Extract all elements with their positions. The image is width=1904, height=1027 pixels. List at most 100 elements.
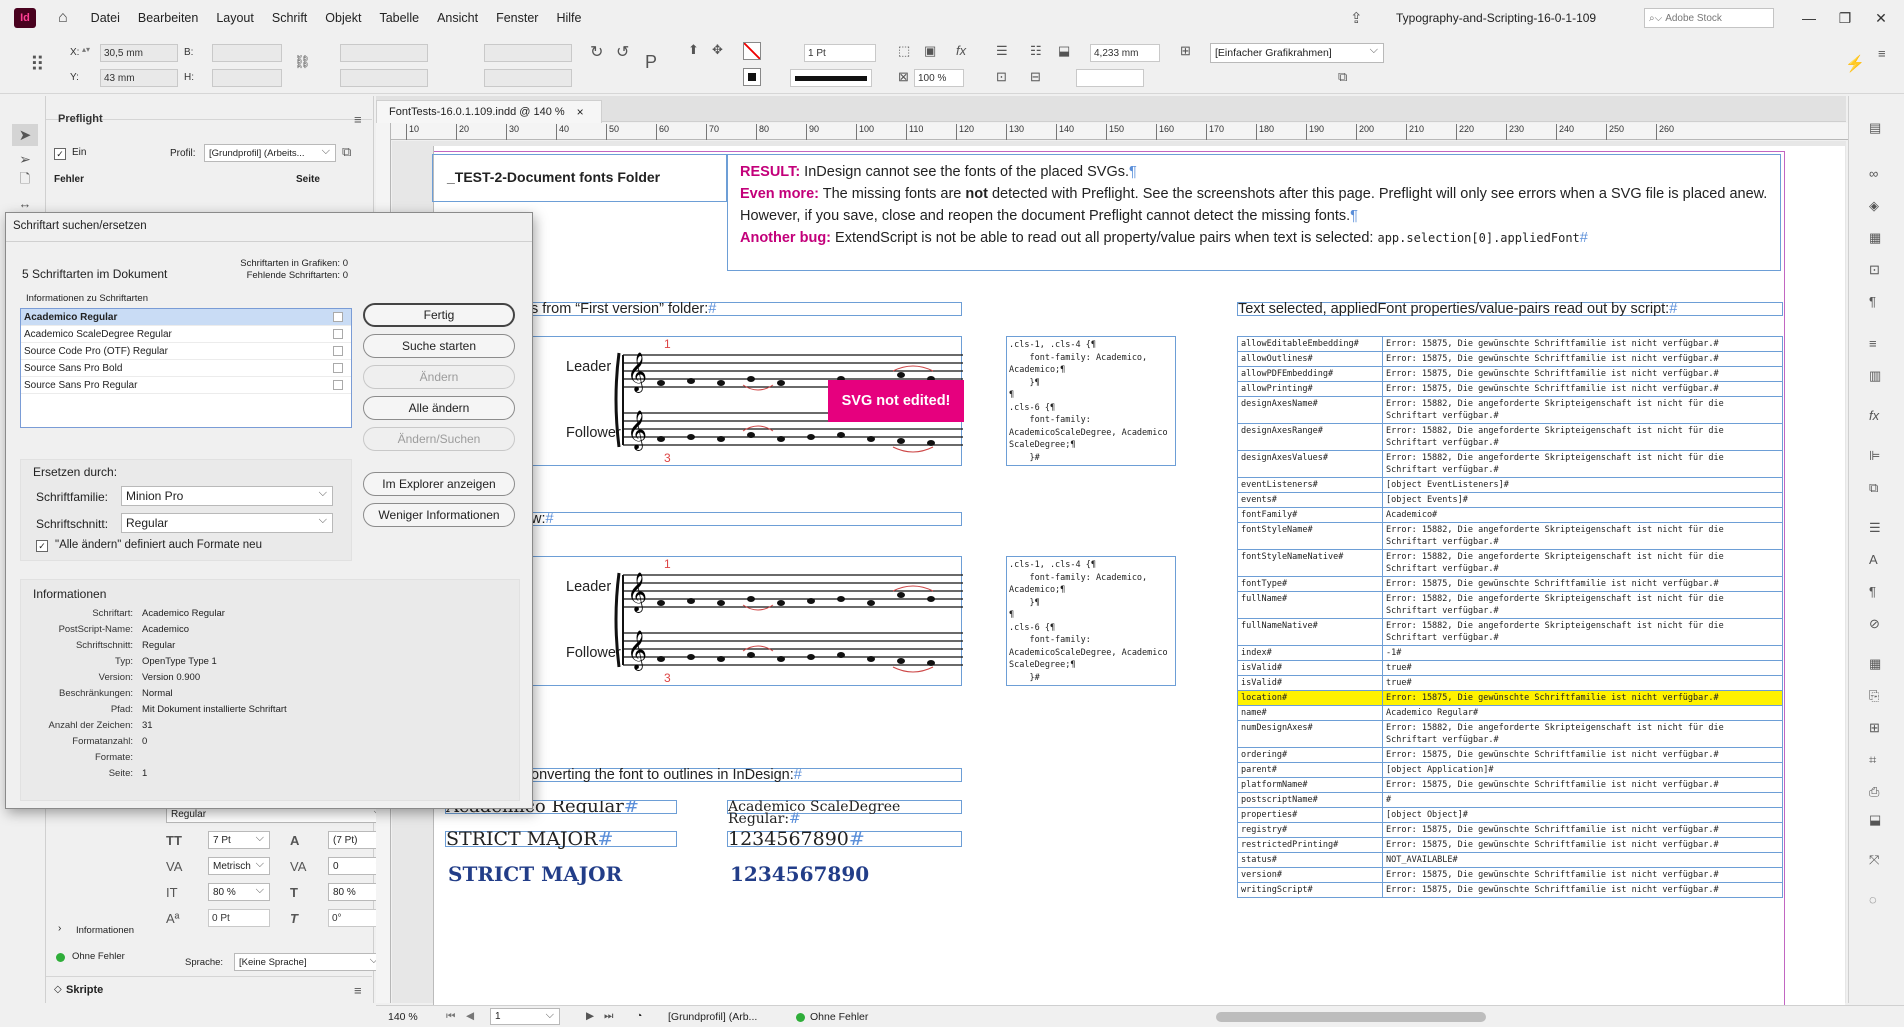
kerning-select[interactable]: Metrisch (208, 857, 270, 875)
pathfinder-panel-icon[interactable]: ⬓ (1869, 812, 1881, 828)
find-font-panel-icon[interactable]: ⎙ (1869, 784, 1879, 800)
constrain-proportions-icon[interactable]: ⛓ (294, 54, 311, 70)
sample-scale-frame[interactable]: Academico ScaleDegree Regular:# (727, 800, 962, 826)
first-page-icon[interactable]: ⏮ (446, 1010, 455, 1023)
change-all-button[interactable]: Alle ändern (363, 396, 515, 420)
color-panel-icon[interactable]: ◌ (1869, 892, 1877, 907)
wrap-object-icon[interactable]: ⊡ (996, 69, 1007, 85)
stock-search-input[interactable]: ⌕⌵ Adobe Stock (1644, 8, 1774, 28)
y-field[interactable]: 43 mm (100, 69, 178, 87)
sample-strict-frame[interactable]: STRICT MAJOR# (445, 830, 677, 849)
stroke-weight-field[interactable]: 1 Pt (804, 44, 876, 62)
x-field[interactable]: 30,5 mm (100, 44, 178, 62)
font-list-item[interactable]: Academico ScaleDegree Regular (21, 326, 351, 343)
stroke-swatch[interactable] (743, 68, 761, 86)
last-page-icon[interactable]: ⏭ (604, 1010, 613, 1023)
shear-field[interactable] (484, 69, 572, 87)
horizontal-scrollbar[interactable] (1216, 1012, 1486, 1022)
transform-panel-icon[interactable]: ⤧ (1869, 852, 1879, 868)
font-list-item[interactable]: Source Sans Pro Regular (21, 377, 351, 394)
menu-schrift[interactable]: Schrift (263, 11, 316, 25)
align-panel-icon[interactable]: ⊫ (1869, 448, 1880, 464)
horizontal-ruler[interactable]: 10 20 30 40 50 60 70 80 90 100 110 120 130 140 150 160 1… (388, 123, 1848, 140)
sample-digits-frame[interactable]: 1234567890# (727, 830, 962, 849)
result-frame[interactable]: RESULT: InDesign cannot see the fonts of… (727, 154, 1781, 271)
next-page-icon[interactable]: ▶ (586, 1010, 594, 1022)
character-panel-icon[interactable]: A (1869, 552, 1878, 567)
drop-shadow-icon[interactable]: ▣ (924, 43, 936, 59)
less-info-button[interactable]: Weniger Informationen (363, 503, 515, 527)
gap-field[interactable]: 4,233 mm (1090, 44, 1160, 62)
document-tab[interactable]: FontTests-16.0.1.109.indd @ 140 % × (376, 100, 602, 123)
scripts-panel-icon[interactable]: ⎘ (1869, 688, 1879, 704)
table-title-frame[interactable]: Text selected, appliedFont properties/va… (1237, 302, 1783, 316)
preflight-panel-icon[interactable]: ⌗ (1869, 752, 1876, 768)
baseline-shift-field[interactable]: 0 Pt (208, 909, 270, 927)
pathfinder-icon[interactable]: ⧉ (1869, 480, 1878, 496)
gap-icon[interactable]: ⬓ (1058, 43, 1070, 59)
close-window-button[interactable]: ✕ (1858, 0, 1904, 36)
width-field[interactable] (212, 44, 282, 62)
wrap-none-icon[interactable]: ☰ (996, 43, 1008, 59)
status-errors[interactable]: Ohne Fehler (810, 1011, 868, 1023)
preflight-menu-icon[interactable]: ≡ (354, 112, 362, 127)
text-wrap-icon[interactable]: ☰ (1869, 520, 1881, 536)
table-panel-icon[interactable]: ▦ (1869, 656, 1881, 672)
paragraph-panel-icon[interactable]: ¶ (1869, 584, 1876, 599)
frame-fitting-icon[interactable]: ⬚ (898, 43, 910, 59)
font-size-select[interactable]: 7 Pt (208, 831, 270, 849)
gradient-panel-icon[interactable]: ▥ (1869, 368, 1881, 384)
preflight-on-checkbox[interactable]: ✓ (54, 148, 66, 160)
share-icon[interactable]: ⇪ (1350, 9, 1363, 27)
glyphs-icon[interactable]: ⊘ (1869, 616, 1880, 632)
prev-page-icon[interactable]: ◀ (466, 1010, 474, 1022)
home-icon[interactable]: ⌂ (58, 9, 68, 27)
vertical-scale-select[interactable]: 80 % (208, 883, 270, 901)
stroke-panel-icon[interactable]: ≡ (1869, 336, 1877, 351)
scale-x-field[interactable] (340, 44, 428, 62)
corner-field[interactable] (1076, 69, 1144, 87)
cc-libraries-icon[interactable]: ⊡ (1869, 262, 1880, 278)
font-list[interactable]: Academico Regular Academico ScaleDegree … (20, 308, 352, 428)
family-select[interactable]: Minion Pro (121, 486, 333, 506)
change-button[interactable]: Ändern (363, 365, 515, 389)
effects-panel-icon[interactable]: fx (1869, 408, 1879, 423)
svg1-code-frame[interactable]: .cls-1, .cls-4 {¶ font-family: Academico… (1006, 336, 1176, 466)
quick-actions-icon[interactable]: ⚡ (1845, 54, 1865, 74)
style-select[interactable]: Regular (121, 513, 333, 533)
select-content-icon[interactable]: ✥ (712, 42, 723, 58)
profile-options-icon[interactable]: ⧉ (342, 144, 351, 160)
scripts-collapse-icon[interactable]: ◇ (54, 984, 62, 995)
redefine-styles-checkbox[interactable]: ✓ (36, 540, 48, 552)
swatches-panel-icon[interactable]: ▦ (1869, 230, 1881, 246)
scripts-tab[interactable]: Skripte (66, 984, 103, 996)
status-profile[interactable]: [Grundprofil] (Arb... (668, 1011, 757, 1023)
effects-icon[interactable]: fx (956, 43, 966, 58)
menu-fenster[interactable]: Fenster (487, 11, 547, 25)
wrap-jump-icon[interactable]: ⊟ (1030, 69, 1041, 85)
rotate-ccw-icon[interactable]: ↺ (616, 42, 629, 62)
menu-hilfe[interactable]: Hilfe (547, 11, 590, 25)
direct-selection-tool-icon[interactable]: ➢ (12, 148, 38, 170)
menu-ansicht[interactable]: Ansicht (428, 11, 487, 25)
height-field[interactable] (212, 69, 282, 87)
menu-datei[interactable]: Datei (82, 11, 129, 25)
pages-panel-icon[interactable]: ▤ (1869, 120, 1881, 136)
layers-panel-icon[interactable]: ◈ (1869, 198, 1879, 214)
gap-tool-icon[interactable]: ↔ (12, 192, 38, 214)
preflight-tab[interactable]: Preflight (58, 113, 103, 125)
page-number-select[interactable]: 1 (490, 1008, 560, 1025)
page-tool-icon[interactable]: 🗋 (12, 170, 38, 192)
language-select[interactable]: [Keine Sprache] (234, 953, 384, 971)
document-page[interactable]: _TEST-2-Document fonts Folder RESULT: In… (432, 146, 1845, 1011)
info-panel-icon[interactable]: ⊞ (1869, 720, 1880, 736)
menu-bearbeiten[interactable]: Bearbeiten (129, 11, 207, 25)
links-panel-icon[interactable]: ∞ (1869, 166, 1878, 181)
menu-objekt[interactable]: Objekt (316, 11, 370, 25)
reveal-explorer-button[interactable]: Im Explorer anzeigen (363, 472, 515, 496)
info-toggle-icon[interactable]: › (58, 923, 61, 934)
opacity-icon[interactable]: ⊠ (898, 69, 909, 85)
svg2-code-frame[interactable]: .cls-1, .cls-4 {¶ font-family: Academico… (1006, 556, 1176, 686)
fill-swatch[interactable] (743, 42, 761, 60)
zoom-level[interactable]: 140 % (388, 1011, 418, 1023)
